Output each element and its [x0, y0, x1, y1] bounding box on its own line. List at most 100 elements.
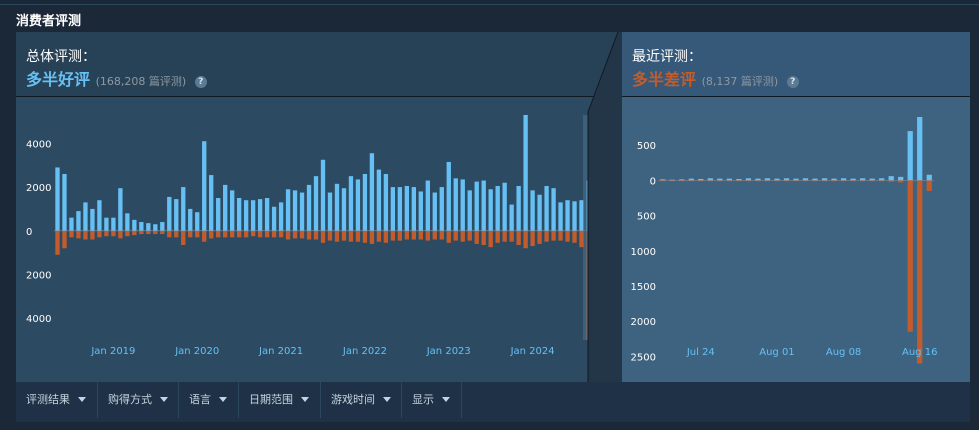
negative-bar[interactable] — [688, 180, 694, 182]
positive-bar[interactable] — [181, 187, 186, 231]
positive-bar[interactable] — [209, 175, 214, 231]
positive-bar[interactable] — [278, 202, 284, 231]
positive-bar[interactable] — [376, 169, 382, 231]
negative-bar[interactable] — [299, 230, 305, 239]
positive-bar[interactable] — [717, 178, 723, 181]
filter-language[interactable]: 语言 — [179, 382, 239, 418]
negative-bar[interactable] — [774, 180, 780, 182]
positive-bar[interactable] — [660, 179, 666, 181]
negative-bar[interactable] — [216, 230, 221, 238]
positive-bar[interactable] — [488, 189, 493, 231]
negative-bar[interactable] — [69, 230, 74, 238]
negative-bar[interactable] — [926, 180, 932, 191]
negative-bar[interactable] — [292, 230, 298, 239]
negative-bar[interactable] — [188, 230, 193, 238]
positive-bar[interactable] — [537, 194, 542, 231]
positive-bar[interactable] — [55, 167, 60, 231]
negative-bar[interactable] — [195, 230, 200, 238]
positive-bar[interactable] — [812, 178, 818, 181]
positive-bar[interactable] — [530, 190, 535, 231]
negative-bar[interactable] — [223, 230, 228, 238]
positive-bar[interactable] — [334, 183, 340, 231]
negative-bar[interactable] — [132, 230, 137, 236]
positive-bar[interactable] — [565, 200, 570, 231]
negative-bar[interactable] — [860, 180, 866, 182]
negative-bar[interactable] — [55, 230, 60, 255]
overall-summary[interactable]: 多半好评 (168,208 篇评测) ? — [26, 66, 207, 90]
negative-bar[interactable] — [679, 180, 685, 182]
negative-bar[interactable] — [488, 230, 493, 248]
negative-bar[interactable] — [125, 230, 130, 237]
negative-bar[interactable] — [917, 180, 923, 364]
negative-bar[interactable] — [879, 180, 885, 182]
negative-bar[interactable] — [174, 230, 179, 238]
negative-bar[interactable] — [383, 230, 389, 243]
positive-bar[interactable] — [362, 173, 368, 231]
positive-bar[interactable] — [404, 185, 410, 231]
positive-bar[interactable] — [97, 200, 102, 231]
negative-bar[interactable] — [209, 230, 214, 239]
positive-bar[interactable] — [216, 198, 221, 231]
filter-playtime[interactable]: 游戏时间 — [321, 382, 402, 418]
recent-summary[interactable]: 多半差评 (8,137 篇评测) ? — [632, 66, 799, 90]
negative-bar[interactable] — [698, 180, 704, 182]
positive-bar[interactable] — [907, 131, 913, 181]
negative-bar[interactable] — [348, 230, 354, 242]
negative-bar[interactable] — [432, 230, 437, 240]
positive-bar[interactable] — [264, 198, 270, 231]
positive-bar[interactable] — [755, 178, 761, 181]
negative-bar[interactable] — [495, 230, 500, 243]
negative-bar[interactable] — [745, 180, 752, 182]
positive-bar[interactable] — [383, 173, 389, 231]
negative-bar[interactable] — [551, 230, 556, 241]
positive-bar[interactable] — [707, 178, 713, 181]
negative-bar[interactable] — [509, 230, 514, 242]
positive-bar[interactable] — [369, 153, 375, 231]
negative-bar[interactable] — [376, 230, 382, 242]
positive-bar[interactable] — [425, 180, 430, 231]
positive-bar[interactable] — [285, 189, 291, 231]
negative-bar[interactable] — [334, 230, 340, 242]
filter-display[interactable]: 显示 — [402, 382, 462, 418]
positive-bar[interactable] — [736, 178, 742, 181]
negative-bar[interactable] — [793, 180, 799, 182]
positive-bar[interactable] — [160, 222, 165, 231]
positive-bar[interactable] — [83, 202, 88, 231]
positive-bar[interactable] — [195, 212, 200, 231]
positive-bar[interactable] — [860, 178, 866, 181]
positive-bar[interactable] — [764, 178, 771, 181]
positive-bar[interactable] — [850, 178, 856, 181]
positive-bar[interactable] — [516, 185, 521, 231]
filter-date-range[interactable]: 日期范围 — [239, 382, 321, 418]
negative-bar[interactable] — [907, 180, 913, 332]
negative-bar[interactable] — [313, 230, 319, 240]
positive-bar[interactable] — [774, 178, 780, 181]
positive-bar[interactable] — [509, 204, 514, 231]
negative-bar[interactable] — [390, 230, 396, 241]
positive-bar[interactable] — [495, 185, 500, 231]
positive-bar[interactable] — [348, 176, 354, 231]
positive-bar[interactable] — [327, 192, 333, 231]
positive-bar[interactable] — [341, 188, 347, 231]
negative-bar[interactable] — [327, 230, 333, 241]
negative-bar[interactable] — [153, 230, 158, 235]
negative-bar[interactable] — [404, 230, 410, 240]
negative-bar[interactable] — [181, 230, 186, 245]
recent-summary-text[interactable]: 多半差评 — [632, 70, 696, 89]
positive-bar[interactable] — [523, 115, 528, 231]
negative-bar[interactable] — [812, 180, 818, 182]
positive-bar[interactable] — [572, 201, 577, 231]
positive-bar[interactable] — [76, 211, 81, 231]
negative-bar[interactable] — [523, 230, 528, 249]
negative-bar[interactable] — [446, 230, 451, 243]
negative-bar[interactable] — [341, 230, 347, 241]
positive-bar[interactable] — [840, 178, 847, 181]
negative-bar[interactable] — [572, 230, 577, 243]
positive-bar[interactable] — [460, 179, 465, 231]
negative-bar[interactable] — [264, 230, 270, 238]
positive-bar[interactable] — [118, 188, 123, 231]
negative-bar[interactable] — [736, 180, 742, 182]
negative-bar[interactable] — [707, 180, 713, 182]
positive-bar[interactable] — [481, 180, 486, 231]
negative-bar[interactable] — [76, 230, 81, 239]
